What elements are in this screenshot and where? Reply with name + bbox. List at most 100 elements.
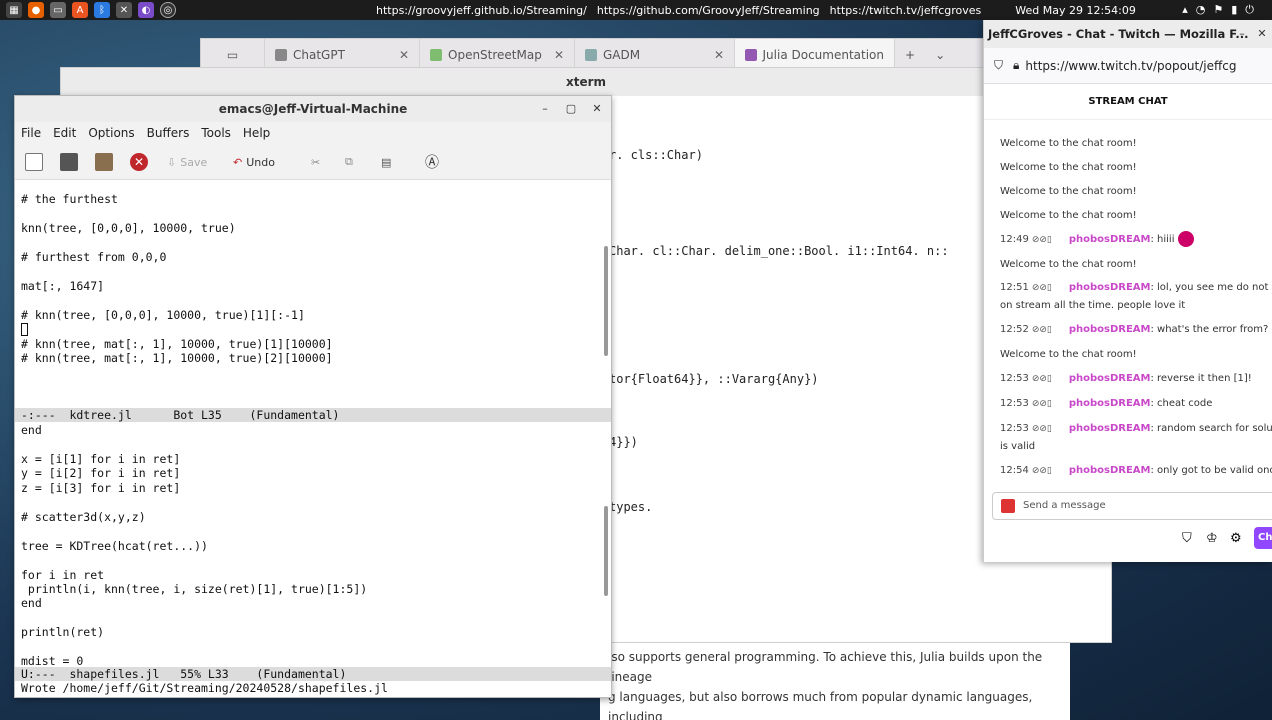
menu-file[interactable]: File — [21, 126, 41, 140]
tab-label: OpenStreetMap — [448, 48, 542, 62]
tabs-icon: ▭ — [226, 48, 239, 62]
code-line: tree = KDTree(hcat(ret...)) — [21, 539, 208, 553]
close-icon[interactable]: ✕ — [387, 48, 409, 62]
cut-icon[interactable]: ✂ — [311, 152, 320, 172]
minimize-icon[interactable]: – — [537, 101, 553, 117]
emote-picker-icon[interactable] — [1001, 499, 1015, 513]
firefox-icon[interactable]: ● — [28, 2, 44, 18]
emacs-window[interactable]: emacs@Jeff-Virtual-Machine – ▢ ✕ File Ed… — [14, 95, 612, 698]
menu-tools[interactable]: Tools — [201, 126, 231, 140]
bluetooth-icon[interactable]: ᛒ — [94, 2, 110, 18]
chat-message-continuation: is valid — [1000, 441, 1036, 452]
topbar-link-site: https://groovyjeff.github.io/Streaming/ — [376, 3, 587, 17]
app-icon[interactable]: ◐ — [138, 2, 154, 18]
scrollbar[interactable] — [604, 246, 608, 356]
emote-icon — [1178, 231, 1195, 247]
url-bar[interactable]: ⛉ 🔒︎ https://www.twitch.tv/popout/jeffcg — [984, 48, 1272, 84]
bottom-modeline: U:--- shapefiles.jl 55% L33 (Fundamental… — [15, 667, 611, 681]
activities-icon[interactable]: ▦ — [6, 2, 22, 18]
mod-icons[interactable]: ⊘⊘▯ — [1032, 280, 1066, 297]
code-line: # scatter3d(x,y,z) — [21, 510, 146, 524]
crown-icon[interactable]: ♔ — [1206, 531, 1218, 546]
code-line: # the furthest — [21, 192, 118, 206]
chat-username[interactable]: phobosDREAM — [1069, 324, 1151, 335]
clock[interactable]: Wed May 29 12:54:09 — [1015, 4, 1136, 17]
mod-icons[interactable]: ⊘⊘▯ — [1032, 322, 1066, 339]
save-icon: ⇩ — [167, 155, 177, 169]
chat-send-button[interactable]: Ch — [1254, 527, 1272, 549]
maximize-icon[interactable]: ▢ — [563, 101, 579, 117]
code-line: end — [21, 423, 42, 437]
chat-message: Welcome to the chat room! — [1000, 138, 1137, 149]
files-icon[interactable]: ▭ — [50, 2, 66, 18]
obs-icon[interactable]: ◎ — [160, 2, 176, 18]
code-line: x = [i[1] for i in ret] — [21, 452, 181, 466]
close-buffer-icon[interactable]: ✕ — [130, 152, 148, 172]
mod-icons[interactable]: ⊘⊘▯ — [1032, 421, 1066, 438]
chat-username[interactable]: phobosDREAM — [1069, 465, 1151, 476]
close-icon[interactable]: ✕ — [542, 48, 564, 62]
xterm-line: Char. cl::Char. delim_one::Bool. i1::Int… — [609, 244, 949, 258]
undo-icon: ↶ — [233, 155, 243, 169]
chat-input[interactable]: Send a message — [992, 492, 1272, 520]
close-icon[interactable]: ✕ — [702, 48, 724, 62]
code-line: mat[:, 1647] — [21, 279, 105, 293]
menu-options[interactable]: Options — [88, 126, 134, 140]
chat-username[interactable]: phobosDREAM — [1069, 234, 1151, 245]
osm-icon — [430, 49, 442, 61]
cursor — [21, 323, 28, 336]
chat-message: Welcome to the chat room! — [1000, 349, 1137, 360]
open-folder-icon[interactable] — [60, 152, 78, 172]
doc-line: lso supports general programming. To ach… — [608, 650, 1043, 684]
code-line: # furthest from 0,0,0 — [21, 250, 167, 264]
chat-message: 12:53 ⊘⊘▯ phobosDREAM: reverse it then [1]… — [1000, 370, 1272, 388]
ubuntu-software-icon[interactable]: A — [72, 2, 88, 18]
chat-message: Welcome to the chat room! — [1000, 186, 1137, 197]
x-icon[interactable]: ✕ — [116, 2, 132, 18]
save-button[interactable]: ⇩ Save — [167, 152, 207, 172]
echo-area: Wrote /home/jeff/Git/Streaming/20240528/… — [21, 681, 388, 695]
chat-actions: ⛉ ♔ ⚙ Ch — [984, 525, 1272, 555]
mod-icons[interactable]: ⊘⊘▯ — [1032, 396, 1066, 413]
mod-icons[interactable]: ⊘⊘▯ — [1032, 463, 1066, 480]
mod-icons[interactable]: ⊘⊘▯ — [1032, 371, 1066, 388]
chat-username[interactable]: phobosDREAM — [1069, 373, 1151, 384]
window-title: emacs@Jeff-Virtual-Machine — [15, 96, 611, 122]
chat-input-placeholder: Send a message — [1023, 500, 1106, 511]
paste-icon[interactable]: ▤ — [381, 152, 391, 172]
shield-icon[interactable]: ⛉ — [1182, 531, 1192, 546]
system-tray-icons[interactable]: ▴◔⚑▮⏻ — [1182, 3, 1262, 17]
minimize-icon[interactable]: – — [1234, 26, 1250, 42]
twitch-chat-window[interactable]: JeffCGroves - Chat - Twitch — Mozilla F.… — [983, 20, 1272, 562]
chat-username[interactable]: phobosDREAM — [1069, 282, 1151, 293]
new-file-icon[interactable] — [25, 152, 43, 172]
undo-button[interactable]: ↶ Undo — [233, 152, 275, 172]
menu-edit[interactable]: Edit — [53, 126, 76, 140]
dired-icon[interactable] — [95, 152, 113, 172]
close-icon[interactable]: ✕ — [589, 101, 605, 117]
menu-buffers[interactable]: Buffers — [147, 126, 190, 140]
chat-username[interactable]: phobosDREAM — [1069, 423, 1151, 434]
xterm-line: r. cls::Char) — [609, 148, 703, 162]
chat-username[interactable]: phobosDREAM — [1069, 398, 1151, 409]
close-icon[interactable]: ✕ — [1254, 26, 1270, 42]
chat-message: 12:51 ⊘⊘▯ phobosDREAM: lol, you see me do … — [1000, 279, 1272, 297]
chat-message: 12:53 ⊘⊘▯ phobosDREAM: cheat code — [1000, 395, 1272, 413]
top-modeline: -:--- kdtree.jl Bot L35 (Fundamental) — [15, 408, 611, 422]
scrollbar[interactable] — [604, 506, 608, 596]
mod-icons[interactable]: ⊘⊘▯ — [1032, 232, 1066, 249]
code-line: y = [i[2] for i in ret] — [21, 466, 181, 480]
chat-message: 12:52 ⊘⊘▯ phobosDREAM: what's the error fr… — [1000, 321, 1272, 339]
settings-icon[interactable]: ⚙ — [1230, 531, 1242, 546]
tracking-protection-icon[interactable]: ⛉ — [994, 58, 1003, 73]
copy-icon[interactable]: ⧉ — [345, 152, 353, 172]
tab-label: ChatGPT — [293, 48, 345, 62]
url-text[interactable]: https://www.twitch.tv/popout/jeffcg — [1025, 59, 1236, 73]
menu-help[interactable]: Help — [243, 126, 270, 140]
chat-message: 12:49 ⊘⊘▯ phobosDREAM: hiiii — [1000, 231, 1272, 249]
code-line: # knn(tree, mat[:, 1], 10000, true)[1][1… — [21, 337, 333, 351]
search-icon[interactable]: Ⓐ — [425, 152, 439, 172]
chat-message: 12:53 ⊘⊘▯ phobosDREAM: random search for s… — [1000, 420, 1272, 438]
toolbar: ✕ ⇩ Save ↶ Undo ✂ ⧉ ▤ Ⓐ — [15, 144, 611, 180]
window-title: JeffCGroves - Chat - Twitch — Mozilla F.… — [984, 20, 1272, 48]
